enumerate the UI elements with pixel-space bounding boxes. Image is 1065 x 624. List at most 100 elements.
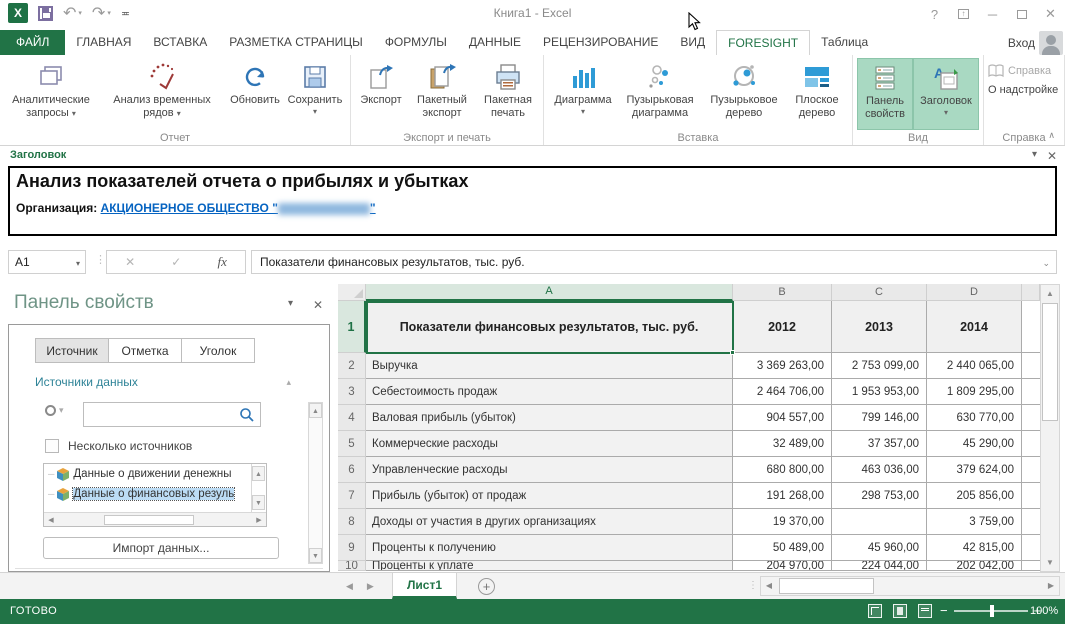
column-header-c[interactable]: C	[832, 284, 927, 301]
scroll-down-icon[interactable]: ▼	[252, 495, 265, 510]
tab-table[interactable]: Таблица	[810, 30, 879, 55]
scroll-up-icon[interactable]: ▲	[309, 403, 322, 418]
cell[interactable]: Прибыль (убыток) от продаж	[366, 483, 733, 509]
time-series-analysis-button[interactable]: Анализ временных рядов ▾	[98, 58, 226, 130]
tab-insert[interactable]: ВСТАВКА	[142, 30, 218, 55]
select-all-corner[interactable]	[338, 284, 366, 301]
chart-button[interactable]: Диаграмма ▾	[548, 58, 618, 130]
cell[interactable]: 202 042,00	[927, 561, 1022, 571]
scroll-down-icon[interactable]: ▼	[309, 548, 322, 563]
cell[interactable]	[1022, 353, 1040, 379]
cell[interactable]: Проценты к получению	[366, 535, 733, 561]
maximize-button[interactable]	[1007, 0, 1036, 28]
cell[interactable]: Управленческие расходы	[366, 457, 733, 483]
zoom-level-label[interactable]: 100%	[1030, 605, 1058, 617]
cancel-entry-icon[interactable]: ✕	[125, 255, 135, 269]
cell[interactable]: 2013	[832, 301, 927, 353]
batch-export-button[interactable]: Пакетный экспорт	[407, 58, 477, 130]
zoom-slider[interactable]	[953, 604, 1028, 617]
org-link[interactable]: АКЦИОНЕРНОЕ ОБЩЕСТВО " "	[101, 201, 376, 215]
collapse-section-icon[interactable]: ▴	[286, 377, 291, 388]
confirm-entry-icon[interactable]: ✓	[171, 255, 181, 269]
cell[interactable]: Выручка	[366, 353, 733, 379]
source-list-item[interactable]: ─ Данные о движении денежны	[44, 464, 240, 484]
cell[interactable]: 2 464 706,00	[733, 379, 832, 405]
cell[interactable]: Доходы от участия в других организациях	[366, 509, 733, 535]
cell[interactable]: 32 489,00	[733, 431, 832, 457]
name-box[interactable]: A1 ▾	[8, 250, 86, 274]
page-layout-view-icon[interactable]	[893, 604, 907, 618]
cell[interactable]: 3 759,00	[927, 509, 1022, 535]
scrollbar-thumb[interactable]	[104, 514, 194, 525]
list-horizontal-scrollbar[interactable]: ◀ ▶	[44, 512, 266, 526]
cell[interactable]: 630 770,00	[927, 405, 1022, 431]
list-scrollbar[interactable]: ▲ ▼	[251, 464, 266, 512]
scroll-right-icon[interactable]: ▶	[252, 516, 266, 524]
column-header-d[interactable]: D	[927, 284, 1022, 301]
cell[interactable]: 2012	[733, 301, 832, 353]
collapse-ribbon-icon[interactable]: ∧	[1048, 130, 1055, 141]
search-input[interactable]	[83, 402, 261, 427]
scroll-left-icon[interactable]: ◀	[761, 577, 777, 595]
prev-sheet-icon[interactable]: ◀	[346, 581, 367, 591]
properties-panel-button[interactable]: Панель свойств	[857, 58, 913, 130]
export-button[interactable]: Экспорт	[355, 58, 407, 130]
multiple-sources-checkbox[interactable]: Несколько источников	[45, 439, 192, 453]
panel-close-icon[interactable]: ✕	[313, 298, 323, 312]
ribbon-display-options-button[interactable]: ↑	[949, 0, 978, 28]
panel-dropdown-icon[interactable]: ▾	[288, 298, 293, 309]
cell[interactable]: 1 953 953,00	[832, 379, 927, 405]
tab-source[interactable]: Источник	[35, 338, 109, 363]
save-report-button[interactable]: Сохранить ▾	[284, 58, 346, 130]
panel-scrollbar[interactable]: ▲ ▼	[308, 402, 323, 564]
row-header[interactable]: 1	[338, 301, 366, 353]
expand-formula-bar-icon[interactable]: ⌄	[1042, 258, 1050, 269]
cell[interactable]: 298 753,00	[832, 483, 927, 509]
cell[interactable]: 3 369 263,00	[733, 353, 832, 379]
normal-view-icon[interactable]	[868, 604, 882, 618]
tab-corner[interactable]: Уголок	[181, 338, 255, 363]
formula-input[interactable]: Показатели финансовых результатов, тыс. …	[251, 250, 1057, 274]
cell[interactable]: 45 290,00	[927, 431, 1022, 457]
cell[interactable]	[1022, 457, 1040, 483]
tab-file[interactable]: ФАЙЛ	[0, 30, 66, 55]
cell[interactable]: 463 036,00	[832, 457, 927, 483]
about-addin-button[interactable]: О надстройке	[988, 84, 1058, 96]
panel-close-icon[interactable]: ✕	[1047, 149, 1057, 163]
minimize-button[interactable]: ─	[978, 0, 1007, 28]
zoom-out-button[interactable]: −	[940, 603, 948, 618]
column-header-a[interactable]: A	[366, 284, 733, 301]
bubble-tree-button[interactable]: Пузырьковое дерево	[702, 58, 786, 130]
cell[interactable]	[1022, 535, 1040, 561]
sheet-tab-list1[interactable]: Лист1	[392, 573, 458, 599]
name-box-dropdown-icon[interactable]: ▾	[76, 259, 80, 268]
sources-listbox[interactable]: ─ Данные о движении денежны ─ Данные о фина…	[43, 463, 267, 527]
cell[interactable]	[1022, 483, 1040, 509]
cell[interactable]: Коммерческие расходы	[366, 431, 733, 457]
scroll-up-icon[interactable]: ▲	[252, 466, 265, 481]
batch-print-button[interactable]: Пакетная печать	[477, 58, 539, 130]
tab-mark[interactable]: Отметка	[108, 338, 182, 363]
help-button[interactable]: ?	[920, 0, 949, 28]
cell[interactable]: 224 044,00	[832, 561, 927, 571]
row-header[interactable]: 5	[338, 431, 366, 457]
cell[interactable]: 19 370,00	[733, 509, 832, 535]
tab-formulas[interactable]: ФОРМУЛЫ	[374, 30, 458, 55]
cell[interactable]: Себестоимость продаж	[366, 379, 733, 405]
column-header-b[interactable]: B	[733, 284, 832, 301]
next-sheet-icon[interactable]: ▶	[367, 581, 388, 591]
bubble-chart-button[interactable]: Пузырьковая диаграмма	[618, 58, 702, 130]
cell[interactable]	[832, 509, 927, 535]
cell[interactable]: 50 489,00	[733, 535, 832, 561]
tab-splitter-handle[interactable]: ⋮	[748, 580, 758, 591]
cell[interactable]: 2014	[927, 301, 1022, 353]
cell[interactable]: 799 146,00	[832, 405, 927, 431]
zoom-slider-thumb[interactable]	[989, 604, 994, 617]
scroll-down-icon[interactable]: ▼	[1041, 554, 1059, 571]
cell[interactable]	[1022, 405, 1040, 431]
cell[interactable]	[1022, 509, 1040, 535]
cell[interactable]	[1022, 301, 1040, 353]
row-header[interactable]: 2	[338, 353, 366, 379]
row-header[interactable]: 9	[338, 535, 366, 561]
tab-data[interactable]: ДАННЫЕ	[458, 30, 532, 55]
